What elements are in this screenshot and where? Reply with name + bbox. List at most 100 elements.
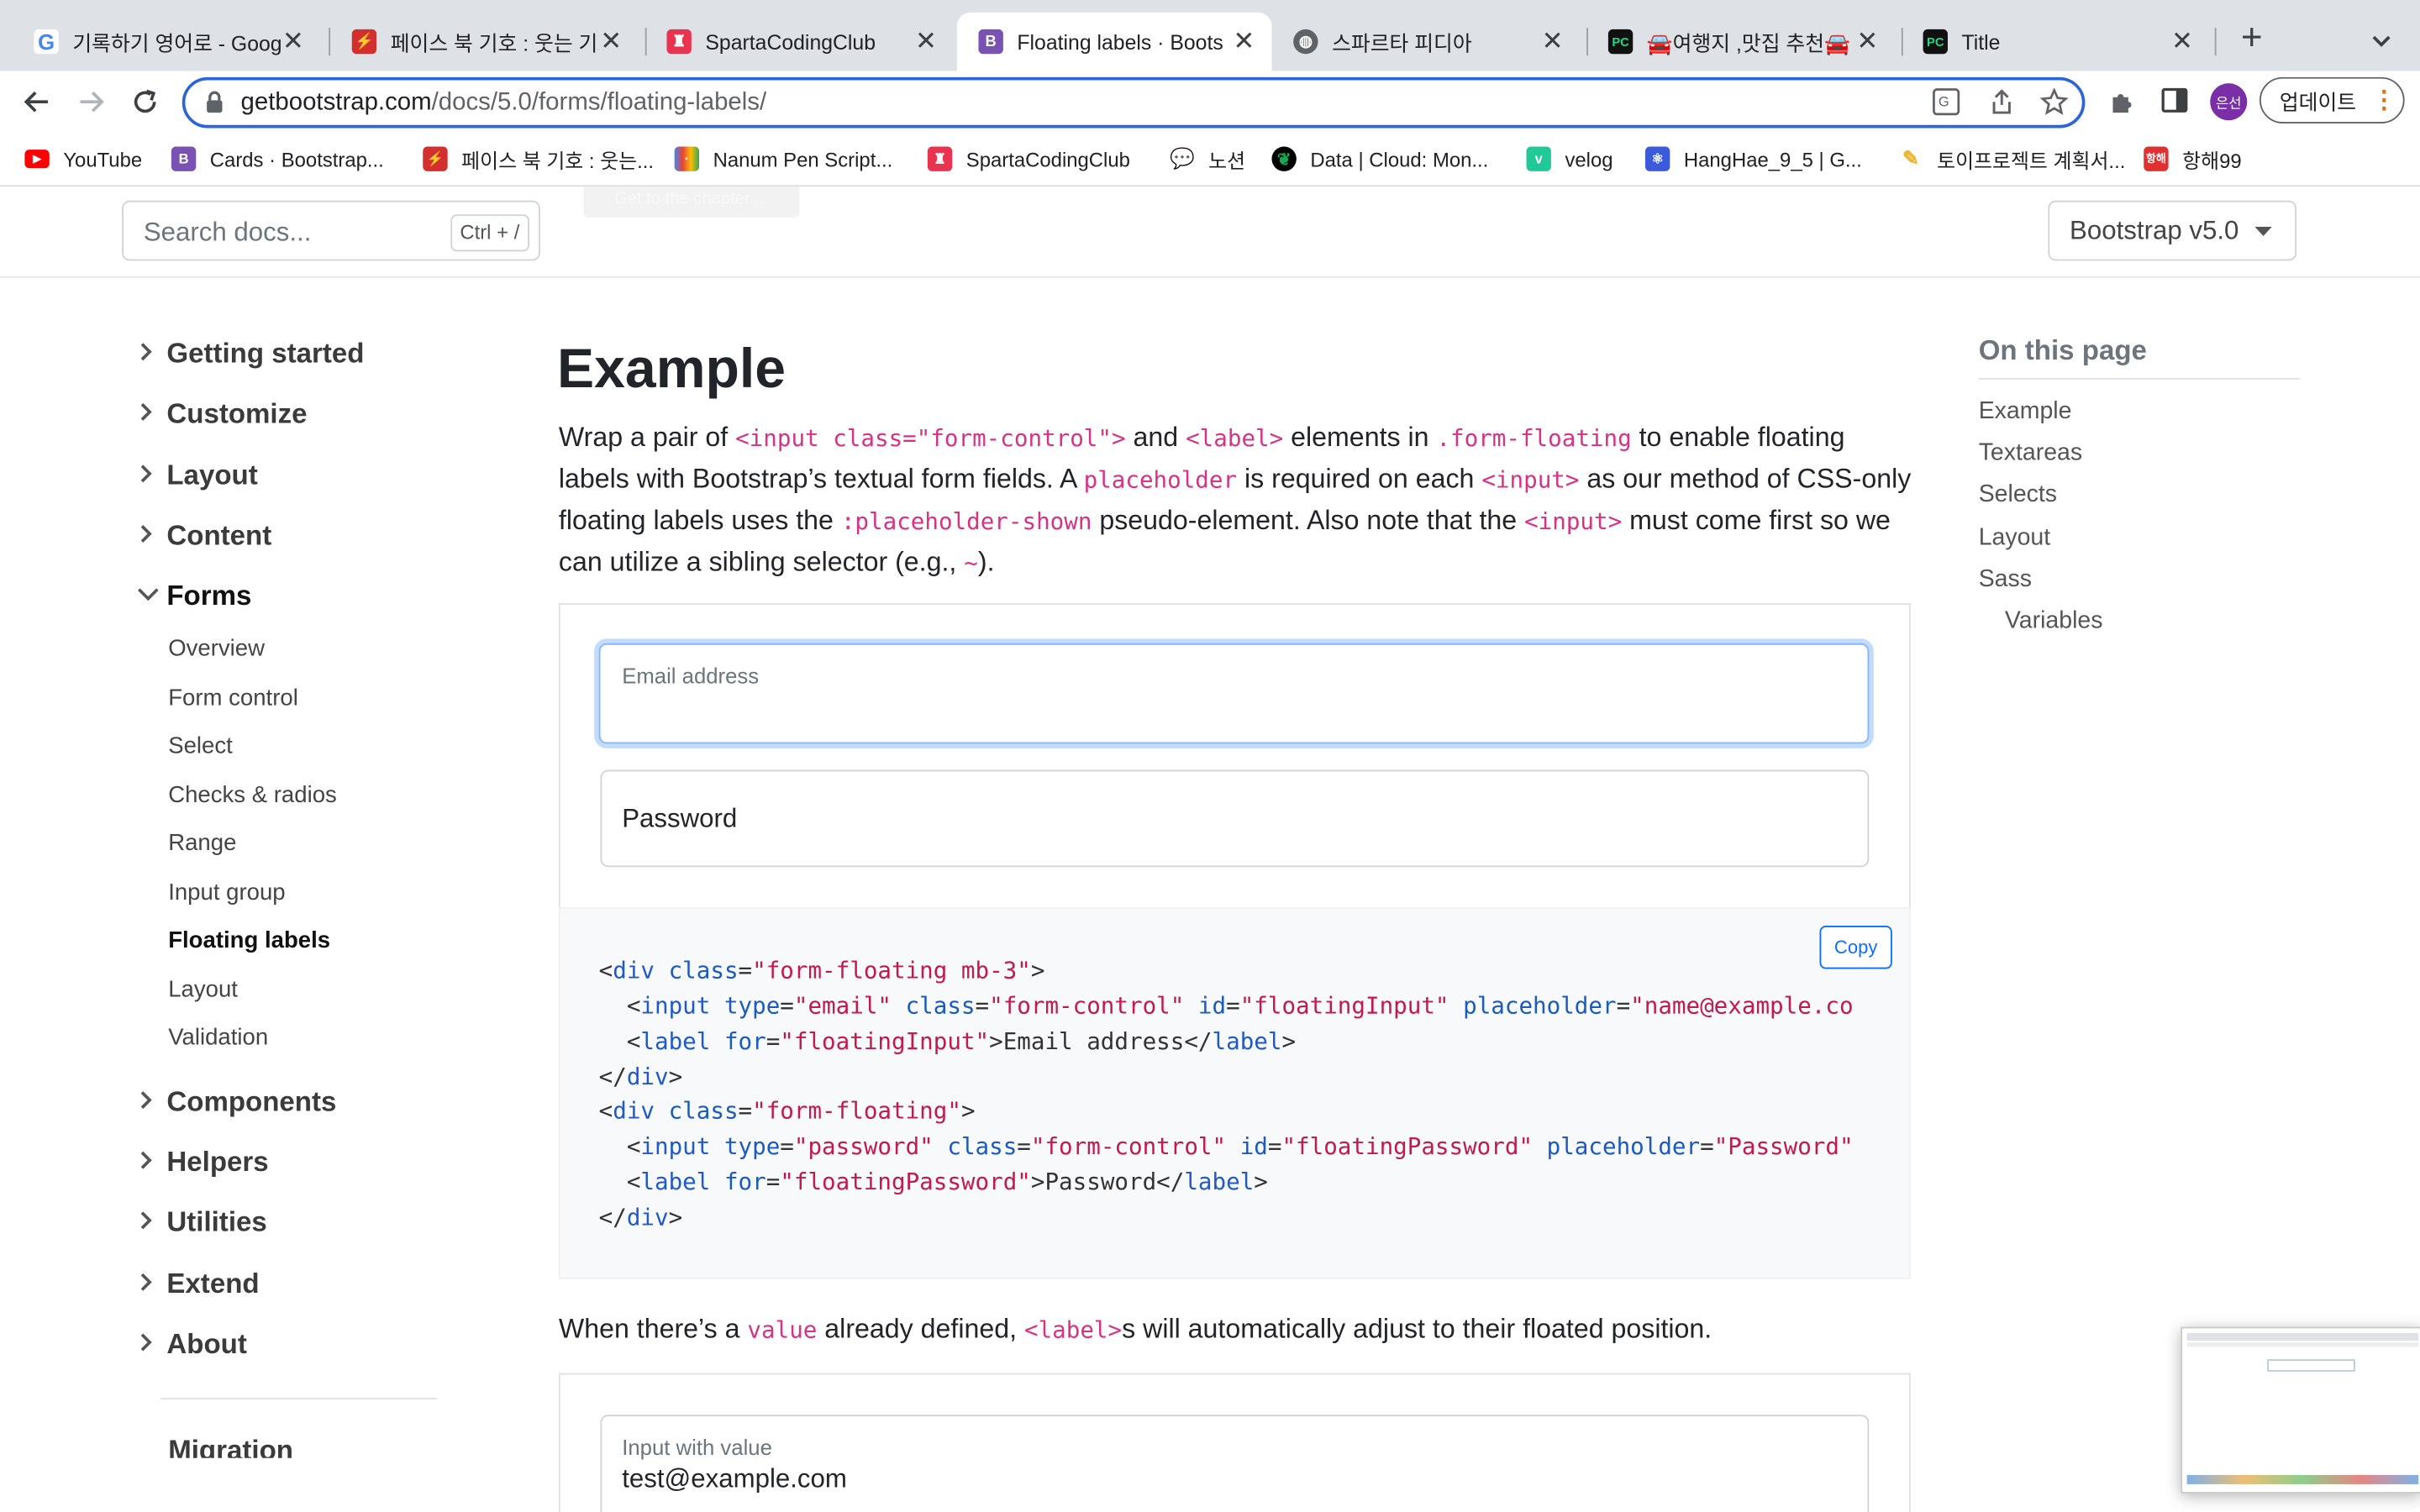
version-dropdown[interactable]: Bootstrap v5.0	[2048, 200, 2297, 261]
mongodb-icon: ❦	[1271, 146, 1297, 171]
email-field[interactable]: Email address	[598, 643, 1870, 744]
chevron-down-icon	[136, 580, 167, 613]
bookmark-star-icon[interactable]	[2039, 87, 2069, 123]
tab-title: 스파르타 피디아	[1332, 32, 1472, 56]
toc-link-selects[interactable]: Selects	[1979, 481, 2057, 509]
copy-button[interactable]: Copy	[1819, 926, 1892, 969]
browser-toolbar: getbootstrap.com/docs/5.0/forms/floating…	[0, 71, 2420, 133]
reload-icon[interactable]	[127, 83, 164, 120]
sidebar-link-floating-labels[interactable]: Floating labels	[168, 927, 330, 953]
bookmark-nanum-pen[interactable]: · Nanum Pen Script...	[674, 145, 892, 173]
sidebar-item-about[interactable]: About	[136, 1328, 247, 1361]
sidebar-link-validation[interactable]: Validation	[168, 1025, 268, 1051]
sidebar-item-extend[interactable]: Extend	[136, 1268, 260, 1301]
tab-travel[interactable]: PC 🚘여행지 ,맛집 추천🚘 ✕	[1586, 13, 1895, 71]
sidebar-link-input-group[interactable]: Input group	[168, 879, 285, 906]
sidebar-item-label: Customize	[166, 397, 308, 429]
sidebar-item-components[interactable]: Components	[136, 1086, 336, 1119]
sidebar-item-utilities[interactable]: Utilities	[136, 1206, 267, 1239]
avatar[interactable]: 은선	[2210, 83, 2248, 121]
password-floating-label: Password	[622, 803, 738, 833]
toc-link-variables[interactable]: Variables	[2005, 608, 2103, 636]
share-icon[interactable]	[1988, 88, 2016, 123]
back-icon[interactable]	[18, 83, 55, 120]
bookmark-notion[interactable]: 💬 노션	[1170, 145, 1245, 173]
bookmark-label: YouTube	[63, 147, 143, 171]
search-placeholder: Search docs...	[143, 217, 312, 247]
toc-link-layout[interactable]: Layout	[1979, 524, 2050, 552]
tab-google[interactable]: G 기록하기 영어로 - Google ✕	[13, 13, 321, 71]
forward-icon[interactable]	[72, 83, 109, 120]
close-icon[interactable]: ✕	[599, 26, 623, 57]
extensions-icon[interactable]	[2107, 87, 2138, 125]
tab-title: 페이스 북 기호 : 웃는 기호	[390, 32, 599, 56]
chevron-down-icon[interactable]	[2365, 24, 2398, 58]
close-icon[interactable]: ✕	[2170, 26, 2194, 57]
bookmark-hanghae99[interactable]: 항해 항해99	[2144, 145, 2242, 173]
side-panel-icon[interactable]	[2160, 87, 2188, 122]
speech-bubble-icon: 💬	[1170, 146, 1195, 171]
lock-icon[interactable]	[203, 90, 225, 123]
tab-facebook-symbols[interactable]: ⚡ 페이스 북 기호 : 웃는 기호 ✕	[330, 13, 639, 71]
input-with-value-field[interactable]: Input with value test@example.com	[600, 1415, 1870, 1512]
tab-title-page[interactable]: PC Title ✕	[1902, 13, 2210, 71]
search-input[interactable]: Search docs... Ctrl + /	[122, 200, 540, 261]
bookmark-toy-project[interactable]: ✎ 토이프로젝트 계획서...	[1898, 145, 2125, 173]
sidebar-item-customize[interactable]: Customize	[136, 398, 308, 431]
sidebar-item-getting-started[interactable]: Getting started	[136, 338, 364, 370]
thumbnail-content	[2267, 1359, 2355, 1372]
bookmark-velog[interactable]: v velog	[1526, 145, 1613, 173]
sidebar-link-form-control[interactable]: Form control	[168, 685, 298, 711]
tab-spartacodingclub[interactable]: ♜ SpartaCodingClub ✕	[645, 13, 954, 71]
close-icon[interactable]: ✕	[1540, 26, 1565, 57]
bookmark-facebook-symbols[interactable]: ⚡ 페이스 북 기호 : 웃는...	[423, 145, 654, 173]
bookmark-mongodb[interactable]: ❦ Data | Cloud: Mon...	[1271, 145, 1488, 173]
sidebar-link-checks-radios[interactable]: Checks & radios	[168, 782, 337, 808]
close-icon[interactable]: ✕	[1232, 26, 1256, 57]
toc-link-sass[interactable]: Sass	[1979, 566, 2032, 594]
sidebar-item-label: Layout	[166, 459, 258, 491]
notion-icon: ✎	[1898, 146, 1923, 171]
sidebar-item-migration[interactable]: Migration	[168, 1435, 293, 1458]
sidebar-link-overview[interactable]: Overview	[168, 636, 265, 662]
close-icon[interactable]: ✕	[1855, 26, 1880, 57]
youtube-icon: ▶	[24, 150, 50, 169]
sidebar-link-range[interactable]: Range	[168, 830, 236, 856]
address-bar[interactable]: getbootstrap.com/docs/5.0/forms/floating…	[182, 76, 2086, 129]
toc-link-textareas[interactable]: Textareas	[1979, 439, 2082, 467]
sidebar-link-select[interactable]: Select	[168, 732, 233, 759]
code-line: </div>	[598, 1063, 683, 1091]
toc-link-example[interactable]: Example	[1979, 398, 2072, 426]
bookmark-hanghae-github[interactable]: ⚛ HangHae_9_5 | G...	[1644, 145, 1862, 173]
update-button-label: 업데이트	[2279, 91, 2357, 114]
update-button[interactable]: 업데이트 ⋮	[2259, 76, 2405, 123]
sidebar-item-content[interactable]: Content	[136, 520, 271, 553]
screenshot-thumbnail[interactable]	[2181, 1326, 2420, 1494]
new-tab-icon[interactable]: +	[2233, 19, 2270, 59]
close-icon[interactable]: ✕	[281, 26, 305, 57]
bookmark-youtube[interactable]: ▶ YouTube	[24, 145, 142, 173]
translate-icon[interactable]: G	[1933, 88, 1960, 123]
bookmark-spartacodingclub[interactable]: ♜ SpartaCodingClub	[927, 145, 1130, 173]
sidebar-item-helpers[interactable]: Helpers	[136, 1147, 269, 1179]
tab-title: 기록하기 영어로 - Google	[72, 32, 281, 56]
search-shortcut-badge: Ctrl + /	[450, 214, 529, 252]
bookmarks-bar: ▶ YouTube B Cards · Bootstrap... ⚡ 페이스 북…	[0, 132, 2420, 187]
chevron-right-icon	[136, 1206, 167, 1239]
close-icon[interactable]: ✕	[913, 26, 938, 57]
tab-title: Floating labels · Boots	[1017, 29, 1223, 54]
tab-sparta-pedia[interactable]: ◍ 스파르타 피디아 ✕	[1271, 13, 1580, 71]
sidebar-link-layout[interactable]: Layout	[168, 977, 238, 1003]
section-heading: Example	[557, 336, 786, 400]
version-label: Bootstrap v5.0	[2070, 215, 2239, 245]
url-text[interactable]: getbootstrap.com/docs/5.0/forms/floating…	[241, 90, 767, 118]
bookmark-cards-bootstrap[interactable]: B Cards · Bootstrap...	[171, 145, 384, 173]
sidebar-item-forms[interactable]: Forms	[136, 580, 251, 613]
bolt-icon: ⚡	[351, 29, 377, 55]
tab-floating-labels[interactable]: B Floating labels · Boots ✕	[956, 12, 1272, 71]
password-field[interactable]: Password	[600, 769, 1870, 868]
pycharm-icon: PC	[1923, 29, 1948, 55]
chevron-right-icon	[136, 520, 167, 553]
bookmark-label: 항해99	[2182, 149, 2242, 172]
sidebar-item-layout[interactable]: Layout	[136, 459, 258, 492]
